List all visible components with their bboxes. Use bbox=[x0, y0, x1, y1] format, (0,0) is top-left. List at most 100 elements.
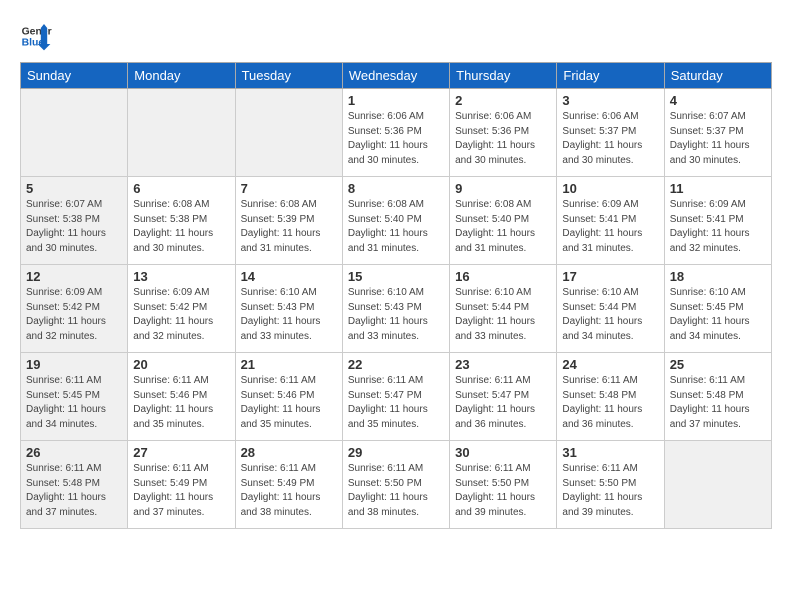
calendar-cell: 20 Sunrise: 6:11 AM Sunset: 5:46 PM Dayli… bbox=[128, 353, 235, 441]
header-wednesday: Wednesday bbox=[342, 63, 449, 89]
day-info: Sunrise: 6:11 AM Sunset: 5:48 PM Dayligh… bbox=[670, 374, 766, 432]
day-info: Sunrise: 6:11 AM Sunset: 5:49 PM Dayligh… bbox=[241, 462, 337, 520]
week-row-5: 26 Sunrise: 6:11 AM Sunset: 5:48 PM Dayli… bbox=[21, 441, 772, 529]
day-info: Sunrise: 6:06 AM Sunset: 5:37 PM Dayligh… bbox=[562, 110, 658, 168]
day-info: Sunrise: 6:09 AM Sunset: 5:42 PM Dayligh… bbox=[133, 286, 229, 344]
day-info: Sunrise: 6:11 AM Sunset: 5:47 PM Dayligh… bbox=[348, 374, 444, 432]
day-number: 5 bbox=[26, 181, 122, 196]
calendar-cell: 26 Sunrise: 6:11 AM Sunset: 5:48 PM Dayli… bbox=[21, 441, 128, 529]
calendar-cell: 25 Sunrise: 6:11 AM Sunset: 5:48 PM Dayli… bbox=[664, 353, 771, 441]
day-info: Sunrise: 6:11 AM Sunset: 5:46 PM Dayligh… bbox=[133, 374, 229, 432]
calendar-cell: 6Sunrise: 6:08 AM Sunset: 5:38 PM Daylig… bbox=[128, 177, 235, 265]
calendar-cell bbox=[235, 89, 342, 177]
day-info: Sunrise: 6:09 AM Sunset: 5:42 PM Dayligh… bbox=[26, 286, 122, 344]
calendar-cell bbox=[664, 441, 771, 529]
day-info: Sunrise: 6:08 AM Sunset: 5:40 PM Dayligh… bbox=[455, 198, 551, 256]
header: General Blue bbox=[20, 20, 772, 52]
day-number: 18 bbox=[670, 269, 766, 284]
day-number: 28 bbox=[241, 445, 337, 460]
day-number: 15 bbox=[348, 269, 444, 284]
calendar-cell: 17 Sunrise: 6:10 AM Sunset: 5:44 PM Dayli… bbox=[557, 265, 664, 353]
week-row-2: 5 Sunrise: 6:07 AM Sunset: 5:38 PM Daylig… bbox=[21, 177, 772, 265]
calendar-cell: 19 Sunrise: 6:11 AM Sunset: 5:45 PM Dayli… bbox=[21, 353, 128, 441]
calendar-cell: 18 Sunrise: 6:10 AM Sunset: 5:45 PM Dayli… bbox=[664, 265, 771, 353]
calendar-cell: 15Sunrise: 6:10 AM Sunset: 5:43 PM Dayli… bbox=[342, 265, 449, 353]
day-info: Sunrise: 6:11 AM Sunset: 5:49 PM Dayligh… bbox=[133, 462, 229, 520]
day-number: 1 bbox=[348, 93, 444, 108]
calendar-cell: 3 Sunrise: 6:06 AM Sunset: 5:37 PM Daylig… bbox=[557, 89, 664, 177]
day-number: 17 bbox=[562, 269, 658, 284]
day-info: Sunrise: 6:11 AM Sunset: 5:46 PM Dayligh… bbox=[241, 374, 337, 432]
day-number: 7 bbox=[241, 181, 337, 196]
day-info: Sunrise: 6:11 AM Sunset: 5:50 PM Dayligh… bbox=[348, 462, 444, 520]
day-info: Sunrise: 6:09 AM Sunset: 5:41 PM Dayligh… bbox=[670, 198, 766, 256]
day-info: Sunrise: 6:07 AM Sunset: 5:37 PM Dayligh… bbox=[670, 110, 766, 168]
day-number: 2 bbox=[455, 93, 551, 108]
calendar-cell bbox=[21, 89, 128, 177]
calendar-cell: 31 Sunrise: 6:11 AM Sunset: 5:50 PM Dayli… bbox=[557, 441, 664, 529]
calendar-cell: 12Sunrise: 6:09 AM Sunset: 5:42 PM Dayli… bbox=[21, 265, 128, 353]
header-saturday: Saturday bbox=[664, 63, 771, 89]
day-number: 31 bbox=[562, 445, 658, 460]
calendar-cell: 28 Sunrise: 6:11 AM Sunset: 5:49 PM Dayli… bbox=[235, 441, 342, 529]
day-info: Sunrise: 6:06 AM Sunset: 5:36 PM Dayligh… bbox=[348, 110, 444, 168]
day-number: 11 bbox=[670, 181, 766, 196]
calendar-cell: 4 Sunrise: 6:07 AM Sunset: 5:37 PM Daylig… bbox=[664, 89, 771, 177]
logo: General Blue bbox=[20, 20, 52, 52]
day-number: 3 bbox=[562, 93, 658, 108]
day-number: 16 bbox=[455, 269, 551, 284]
day-number: 21 bbox=[241, 357, 337, 372]
calendar-cell: 30 Sunrise: 6:11 AM Sunset: 5:50 PM Dayli… bbox=[450, 441, 557, 529]
day-number: 29 bbox=[348, 445, 444, 460]
day-info: Sunrise: 6:11 AM Sunset: 5:47 PM Dayligh… bbox=[455, 374, 551, 432]
day-info: Sunrise: 6:11 AM Sunset: 5:50 PM Dayligh… bbox=[562, 462, 658, 520]
day-number: 19 bbox=[26, 357, 122, 372]
calendar-cell: 16Sunrise: 6:10 AM Sunset: 5:44 PM Dayli… bbox=[450, 265, 557, 353]
day-number: 10 bbox=[562, 181, 658, 196]
day-number: 4 bbox=[670, 93, 766, 108]
calendar-cell: 13 Sunrise: 6:09 AM Sunset: 5:42 PM Dayli… bbox=[128, 265, 235, 353]
header-friday: Friday bbox=[557, 63, 664, 89]
calendar-cell: 2 Sunrise: 6:06 AM Sunset: 5:36 PM Daylig… bbox=[450, 89, 557, 177]
day-number: 20 bbox=[133, 357, 229, 372]
day-info: Sunrise: 6:11 AM Sunset: 5:50 PM Dayligh… bbox=[455, 462, 551, 520]
calendar-cell: 14 Sunrise: 6:10 AM Sunset: 5:43 PM Dayli… bbox=[235, 265, 342, 353]
header-monday: Monday bbox=[128, 63, 235, 89]
calendar-cell: 29 Sunrise: 6:11 AM Sunset: 5:50 PM Dayli… bbox=[342, 441, 449, 529]
calendar-cell: 7 Sunrise: 6:08 AM Sunset: 5:39 PM Daylig… bbox=[235, 177, 342, 265]
day-info: Sunrise: 6:10 AM Sunset: 5:44 PM Dayligh… bbox=[562, 286, 658, 344]
week-row-3: 12Sunrise: 6:09 AM Sunset: 5:42 PM Dayli… bbox=[21, 265, 772, 353]
day-info: Sunrise: 6:08 AM Sunset: 5:40 PM Dayligh… bbox=[348, 198, 444, 256]
day-number: 14 bbox=[241, 269, 337, 284]
day-info: Sunrise: 6:06 AM Sunset: 5:36 PM Dayligh… bbox=[455, 110, 551, 168]
day-info: Sunrise: 6:08 AM Sunset: 5:39 PM Dayligh… bbox=[241, 198, 337, 256]
calendar-cell: 5 Sunrise: 6:07 AM Sunset: 5:38 PM Daylig… bbox=[21, 177, 128, 265]
calendar-cell: 24Sunrise: 6:11 AM Sunset: 5:48 PM Dayli… bbox=[557, 353, 664, 441]
week-row-4: 19 Sunrise: 6:11 AM Sunset: 5:45 PM Dayli… bbox=[21, 353, 772, 441]
day-number: 26 bbox=[26, 445, 122, 460]
day-number: 13 bbox=[133, 269, 229, 284]
calendar-table: SundayMondayTuesdayWednesdayThursdayFrid… bbox=[20, 62, 772, 529]
day-number: 27 bbox=[133, 445, 229, 460]
day-info: Sunrise: 6:11 AM Sunset: 5:48 PM Dayligh… bbox=[26, 462, 122, 520]
header-thursday: Thursday bbox=[450, 63, 557, 89]
day-info: Sunrise: 6:07 AM Sunset: 5:38 PM Dayligh… bbox=[26, 198, 122, 256]
svg-text:General: General bbox=[22, 26, 52, 37]
day-number: 30 bbox=[455, 445, 551, 460]
calendar-cell: 27 Sunrise: 6:11 AM Sunset: 5:49 PM Dayli… bbox=[128, 441, 235, 529]
day-info: Sunrise: 6:10 AM Sunset: 5:45 PM Dayligh… bbox=[670, 286, 766, 344]
calendar-cell bbox=[128, 89, 235, 177]
day-number: 8 bbox=[348, 181, 444, 196]
day-info: Sunrise: 6:11 AM Sunset: 5:45 PM Dayligh… bbox=[26, 374, 122, 432]
week-row-1: 1 Sunrise: 6:06 AM Sunset: 5:36 PM Daylig… bbox=[21, 89, 772, 177]
day-number: 9 bbox=[455, 181, 551, 196]
day-number: 22 bbox=[348, 357, 444, 372]
day-number: 24 bbox=[562, 357, 658, 372]
header-sunday: Sunday bbox=[21, 63, 128, 89]
calendar-cell: 23Sunrise: 6:11 AM Sunset: 5:47 PM Dayli… bbox=[450, 353, 557, 441]
day-info: Sunrise: 6:08 AM Sunset: 5:38 PM Dayligh… bbox=[133, 198, 229, 256]
calendar-cell: 9 Sunrise: 6:08 AM Sunset: 5:40 PM Daylig… bbox=[450, 177, 557, 265]
day-info: Sunrise: 6:10 AM Sunset: 5:43 PM Dayligh… bbox=[241, 286, 337, 344]
day-number: 25 bbox=[670, 357, 766, 372]
calendar-cell: 21 Sunrise: 6:11 AM Sunset: 5:46 PM Dayli… bbox=[235, 353, 342, 441]
